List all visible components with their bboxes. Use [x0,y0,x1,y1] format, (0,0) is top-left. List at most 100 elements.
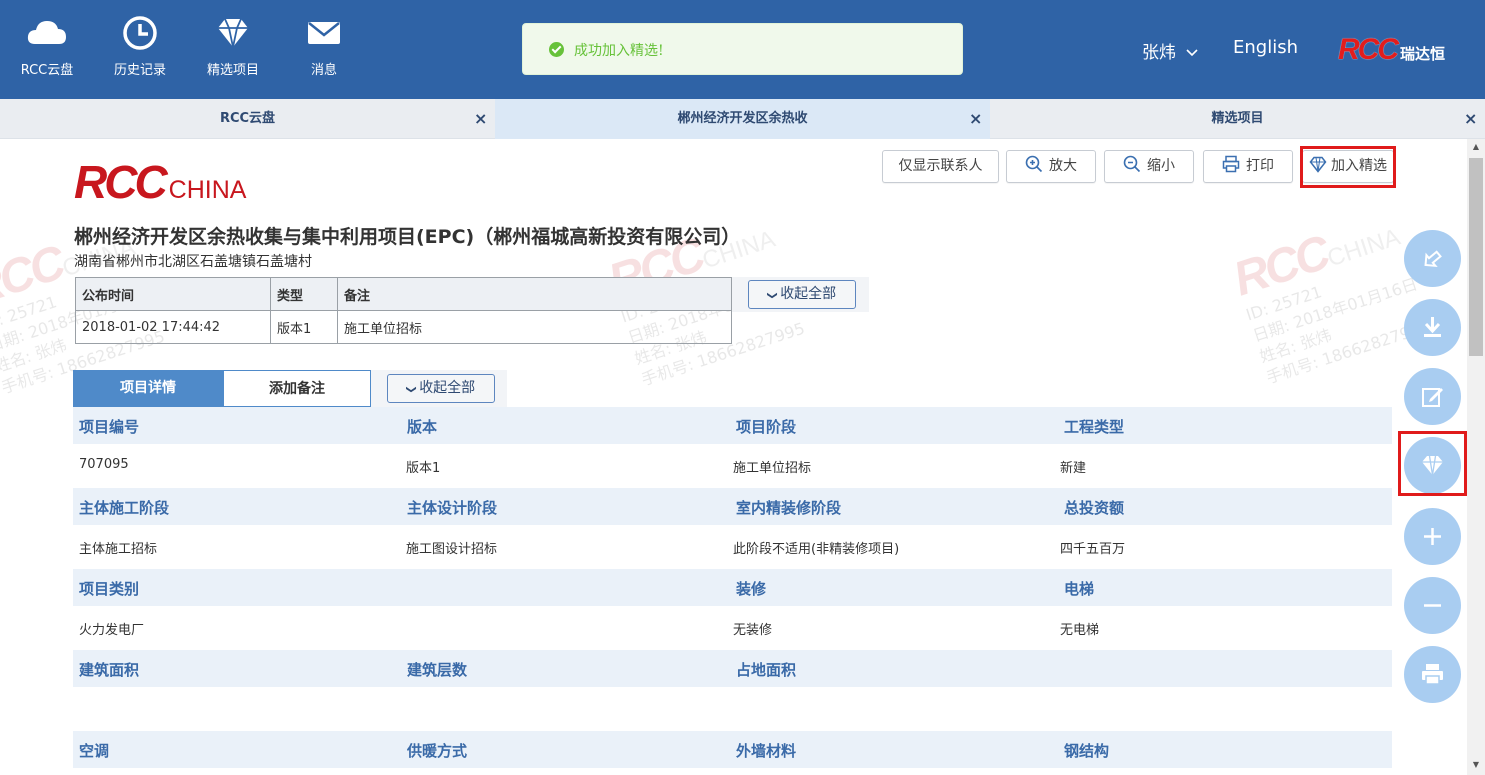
field-label: 供暖方式 [407,742,468,760]
field-label: 空调 [79,742,110,760]
scroll-down-arrow[interactable]: ▼ [1469,760,1483,769]
close-icon[interactable]: × [969,99,982,139]
tab-featured-projects[interactable]: 精选项目 × [990,99,1485,139]
value-row: 主体施工招标 施工图设计招标 此阶段不适用(非精装修项目) 四千五百万 [73,525,1392,569]
print-icon [1422,664,1443,685]
watermark-id: ID: 25721 [1243,282,1325,325]
watermark-date: 日期: 2018年01月16日 [1250,274,1420,346]
rcc-china-logo: RCC CHINA [74,155,246,209]
cell-type: 版本1 [270,310,338,344]
field-label: 总投资额 [1064,499,1125,517]
tab-bar: RCC云盘 × 郴州经济开发区余热收 × 精选项目 × [0,99,1485,139]
field-label: 项目编号 [79,418,140,436]
close-icon[interactable]: × [474,99,487,139]
brand-logo-mark: RCC [1338,33,1399,66]
zoom-out-icon [1123,155,1141,173]
print-tool-button[interactable] [1404,646,1461,703]
nav-history-label: 历史记录 [113,63,166,78]
collapse-all-label: 收起全部 [780,286,837,302]
nav-cloud-disk[interactable]: RCC云盘 [10,14,84,78]
collapse-all-label: 收起全部 [419,380,476,396]
logo-sub: CHINA [168,176,247,204]
logo-main: RCC [74,156,168,208]
plus-icon [1424,528,1441,545]
cell-remarks: 施工单位招标 [337,310,732,344]
tab-cloud-disk[interactable]: RCC云盘 × [0,99,495,139]
field-value: 新建 [1060,461,1087,476]
field-value: 版本1 [406,461,441,476]
label-row: 项目编号 版本 项目阶段 工程类型 [73,407,1392,444]
brand-logo: RCC 瑞达恒 [1338,33,1445,67]
nav-history[interactable]: 历史记录 [103,14,177,78]
header-type: 类型 [270,277,338,311]
diamond-icon [218,18,248,48]
collapse-all-button[interactable]: ❯ 收起全部 [748,280,856,309]
field-label: 建筑面积 [79,661,140,679]
tab-add-note[interactable]: 添加备注 [223,370,371,407]
field-label: 版本 [407,418,438,436]
tab-label: 精选项目 [1211,111,1264,126]
zoom-in-button[interactable]: 放大 [1006,150,1096,183]
highlight-box [1300,146,1396,188]
show-contacts-only-button[interactable]: 仅显示联系人 [882,150,999,183]
user-name: 张炜 [1142,43,1176,63]
download-button[interactable] [1404,299,1461,356]
scroll-up-arrow[interactable]: ▲ [1469,142,1483,151]
header-publish-time: 公布时间 [75,277,271,311]
field-label: 项目阶段 [736,418,797,436]
label-row: 建筑面积 建筑层数 占地面积 [73,650,1392,687]
tab-project-details[interactable]: 项目详情 [73,370,223,407]
print-button[interactable]: 打印 [1203,150,1293,183]
nav-featured-projects[interactable]: 精选项目 [196,14,270,78]
field-label: 钢结构 [1064,742,1110,760]
share-icon [1424,250,1442,268]
field-label: 外墙材料 [736,742,797,760]
chevron-down-icon [1186,49,1198,57]
collapse-all-button[interactable]: ❯ 收起全部 [387,374,495,403]
chevron-double-down-icon: ❯ [766,291,778,300]
field-value: 火力发电厂 [79,623,145,638]
field-value: 四千五百万 [1060,542,1126,557]
language-switch[interactable]: English [1233,37,1298,58]
watermark-logo: RCC [0,236,69,317]
scrollbar-thumb[interactable] [1469,158,1483,356]
edit-button[interactable] [1404,368,1461,425]
field-label: 建筑层数 [407,661,468,679]
field-label: 装修 [736,580,767,598]
project-address: 湖南省郴州市北湖区石盖塘镇石盖塘村 [74,254,312,270]
cloud-icon [27,21,66,44]
field-value: 主体施工招标 [79,542,158,557]
table-header-row: 公布时间 类型 备注 [75,277,732,311]
zoom-in-label: 放大 [1049,158,1077,174]
nav-cloud-disk-label: RCC云盘 [20,63,74,78]
field-label: 项目类别 [79,580,140,598]
cell-publish-time: 2018-01-02 17:44:42 [75,310,271,344]
label-row: 空调 供暖方式 外墙材料 钢结构 [73,731,1392,768]
share-button[interactable] [1404,230,1461,287]
zoom-in-tool-button[interactable] [1404,508,1461,565]
highlight-box [1398,431,1467,496]
close-icon[interactable]: × [1464,99,1477,139]
field-label: 占地面积 [736,661,797,679]
watermark-logo-sub: CHINA [1324,223,1404,273]
nav-messages[interactable]: 消息 [287,14,361,78]
table-row[interactable]: 2018-01-02 17:44:42 版本1 施工单位招标 [75,310,732,344]
watermark-name: 姓名: 张炜 [1257,325,1334,367]
mail-icon [308,22,340,44]
minus-icon [1424,604,1441,607]
watermark: RCCCHINA ID: 25721 日期: 2018年01月16日 姓名: 张… [1227,205,1434,389]
user-menu[interactable]: 张炜 [1142,38,1199,63]
toast-message: 成功加入精选! [574,43,664,59]
field-label: 室内精装修阶段 [736,499,842,517]
chevron-double-down-icon: ❯ [405,385,417,394]
zoom-out-button[interactable]: 缩小 [1104,150,1194,183]
zoom-out-tool-button[interactable] [1404,577,1461,634]
field-label: 电梯 [1064,580,1095,598]
project-detail-grid: 项目编号 版本 项目阶段 工程类型 707095 版本1 施工单位招标 新建 主… [73,407,1392,768]
field-label: 主体设计阶段 [407,499,498,517]
tab-label: 郴州经济开发区余热收 [677,111,808,126]
tab-project-detail[interactable]: 郴州经济开发区余热收 × [495,99,990,139]
nav-messages-label: 消息 [310,63,337,78]
check-circle-icon [549,42,564,57]
watermark-logo: RCC [1227,226,1334,307]
